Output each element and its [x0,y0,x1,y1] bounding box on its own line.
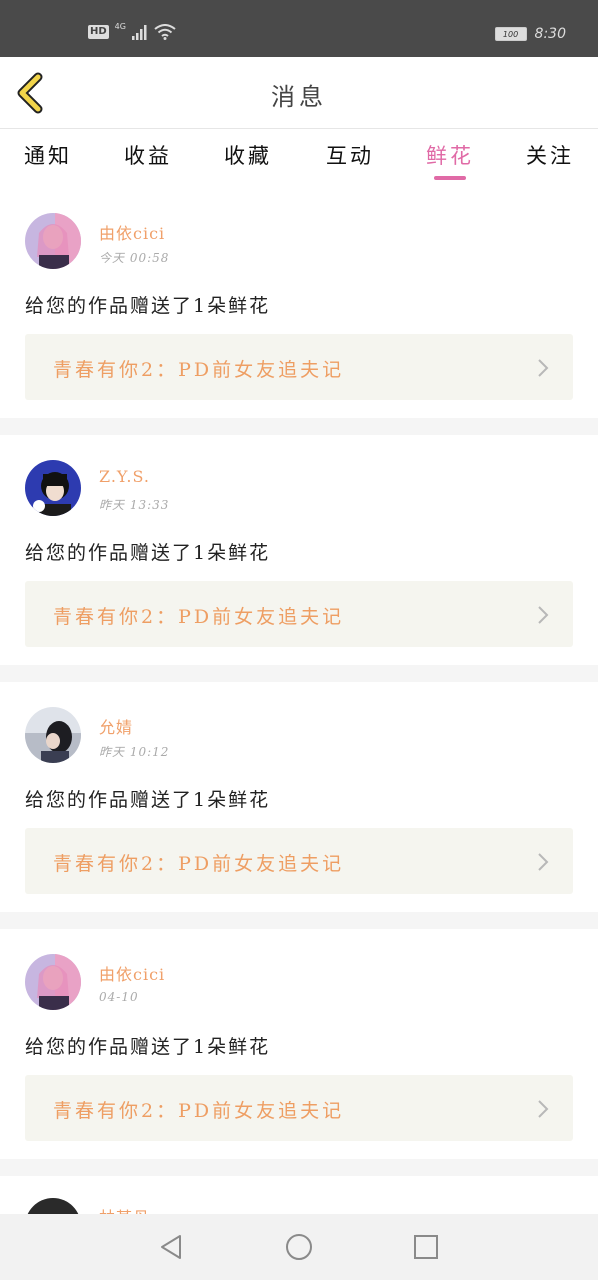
work-title: 青春有你2：PD前女友追夫记 [53,1100,345,1122]
avatar[interactable] [25,213,81,269]
chevron-right-icon [538,606,549,624]
divider [0,912,598,929]
tab-following[interactable]: 关注 [515,140,585,170]
tab-notifications[interactable]: 通知 [13,140,83,170]
tab-flowers[interactable]: 鲜花 [415,140,485,170]
work-link[interactable]: 青春有你2：PD前女友追夫记 [25,334,573,400]
active-tab-indicator [434,176,466,180]
signal-icon [131,25,147,40]
list-item: 由依cici 04-10 给您的作品赠送了1朵鲜花 青春有你2：PD前女友追夫记 [0,929,598,1159]
battery-icon: 100 [494,27,527,41]
avatar[interactable] [25,954,81,1010]
wifi-icon [154,24,176,40]
list-item: 林某丹 [0,1176,598,1216]
username[interactable]: 由依cici [99,961,165,985]
message-text: 给您的作品赠送了1朵鲜花 [25,1036,271,1058]
work-link[interactable]: 青春有你2：PD前女友追夫记 [25,828,573,894]
message-text: 给您的作品赠送了1朵鲜花 [25,295,271,317]
timestamp: 昨天 13:33 [99,498,170,512]
network-type: 4G [114,21,126,31]
work-link[interactable]: 青春有你2：PD前女友追夫记 [25,581,573,647]
system-nav-bar [0,1214,598,1280]
divider [0,418,598,435]
timestamp: 今天 00:58 [99,251,170,265]
nav-recents-icon [414,1235,438,1259]
tab-interactions[interactable]: 互动 [315,140,385,170]
tab-earnings[interactable]: 收益 [113,140,183,170]
timestamp: 昨天 10:12 [99,745,170,759]
list-item: Z.Y.S. 昨天 13:33 给您的作品赠送了1朵鲜花 青春有你2：PD前女友… [0,435,598,665]
nav-back-icon [161,1235,181,1259]
avatar-image [25,460,81,516]
app-header: 消息 [0,57,598,129]
divider [0,665,598,682]
avatar-image [25,213,81,269]
chevron-right-icon [538,853,549,871]
nav-back-button[interactable] [156,1232,186,1262]
divider [0,1159,598,1176]
work-title: 青春有你2：PD前女友追夫记 [53,359,345,381]
nav-home-button[interactable] [284,1232,314,1262]
avatar[interactable] [25,460,81,516]
status-indicators: HD 4G [88,21,176,40]
work-title: 青春有你2：PD前女友追夫记 [53,606,345,628]
page-title: 消息 [271,83,327,111]
username[interactable]: 允婧 [99,714,133,738]
work-link[interactable]: 青春有你2：PD前女友追夫记 [25,1075,573,1141]
tab-bar: 通知 收益 收藏 互动 鲜花 关注 [0,130,598,186]
nav-recents-button[interactable] [411,1232,441,1262]
hd-badge: HD [88,25,109,39]
work-title: 青春有你2：PD前女友追夫记 [53,853,345,875]
tab-favorites[interactable]: 收藏 [213,140,283,170]
username[interactable]: Z.Y.S. [99,467,150,486]
avatar-image [25,707,81,763]
nav-home-icon [286,1234,312,1260]
status-right: 100 8:30 [494,26,566,42]
avatar-image [25,954,81,1010]
list-item: 由依cici 今天 00:58 给您的作品赠送了1朵鲜花 青春有你2：PD前女友… [0,188,598,418]
list-item: 允婧 昨天 10:12 给您的作品赠送了1朵鲜花 青春有你2：PD前女友追夫记 [0,682,598,912]
chevron-right-icon [538,1100,549,1118]
status-bar: HD 4G 100 8:30 [0,0,598,57]
avatar[interactable] [25,707,81,763]
timestamp: 04-10 [99,990,139,1004]
clock: 8:30 [534,26,566,42]
chevron-right-icon [538,359,549,377]
username[interactable]: 由依cici [99,220,165,244]
message-text: 给您的作品赠送了1朵鲜花 [25,789,271,811]
message-text: 给您的作品赠送了1朵鲜花 [25,542,271,564]
